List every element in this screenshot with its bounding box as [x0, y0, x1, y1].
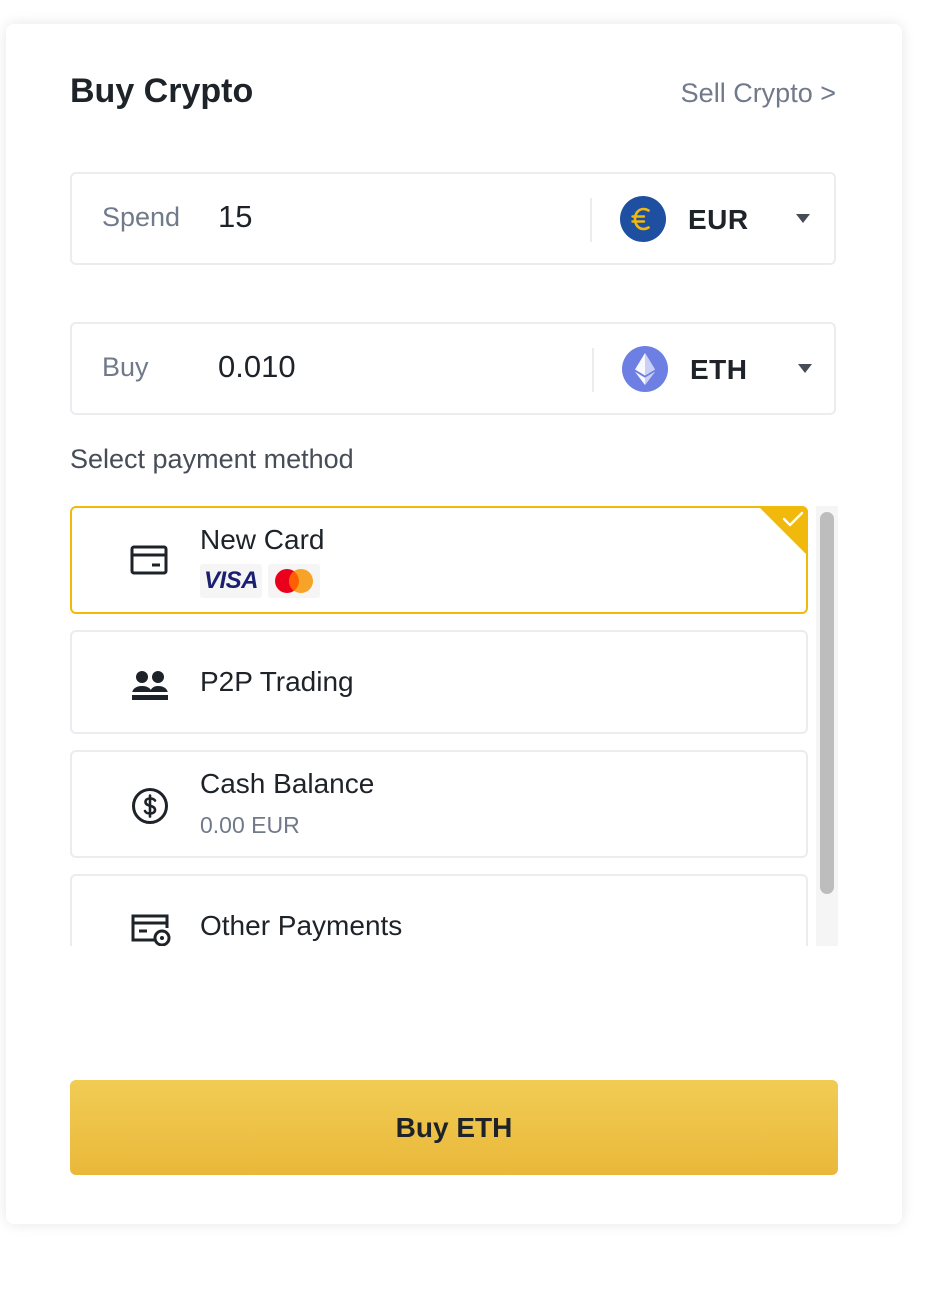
payment-option-other-payments[interactable]: Other Payments: [70, 874, 808, 946]
payment-option-name: Other Payments: [200, 910, 403, 941]
payment-card-settings-icon: [130, 910, 172, 946]
spend-divider: [590, 198, 592, 242]
payment-option-name: Cash Balance: [200, 768, 375, 799]
scrollbar-thumb[interactable]: [820, 512, 834, 894]
page-title: Buy Crypto: [70, 72, 254, 110]
payment-list-scrollbar[interactable]: [816, 506, 838, 946]
check-icon: [782, 511, 804, 527]
payment-option-name: New Card: [200, 524, 325, 555]
buy-label: Buy: [102, 352, 149, 382]
payment-option-name: P2P Trading: [200, 666, 354, 697]
payment-option-new-card[interactable]: New Card VISA: [70, 506, 808, 614]
spend-currency-code: EUR: [688, 204, 749, 235]
spend-currency-select[interactable]: EUR: [620, 196, 820, 244]
euro-coin-icon: [620, 196, 666, 242]
buy-amount-input[interactable]: [218, 349, 558, 385]
buy-crypto-panel: Buy Crypto Sell Crypto > Spend EUR Buy: [6, 24, 902, 1224]
buy-currency-code: ETH: [690, 354, 748, 385]
chevron-down-icon: [796, 214, 810, 223]
visa-logo: VISA: [200, 564, 262, 598]
sell-crypto-link[interactable]: Sell Crypto >: [681, 78, 836, 109]
spend-amount-input[interactable]: [218, 199, 558, 235]
payment-method-label: Select payment method: [70, 444, 354, 474]
buy-field: Buy ETH: [70, 322, 836, 415]
buy-divider: [592, 348, 594, 392]
selected-indicator: [758, 506, 808, 556]
spend-label: Spend: [102, 202, 181, 232]
users-icon: [130, 668, 170, 707]
mastercard-logo: [268, 564, 320, 598]
ethereum-coin-icon: [622, 346, 668, 392]
spend-field: Spend EUR: [70, 172, 836, 265]
buy-eth-button[interactable]: Buy ETH: [70, 1080, 838, 1175]
payment-option-p2p-trading[interactable]: P2P Trading: [70, 630, 808, 734]
buy-currency-select[interactable]: ETH: [622, 346, 822, 394]
dollar-circle-icon: [130, 786, 170, 831]
payment-option-cash-balance[interactable]: Cash Balance 0.00 EUR: [70, 750, 808, 858]
credit-card-icon: [130, 544, 168, 581]
cash-balance-amount: 0.00 EUR: [200, 812, 300, 838]
chevron-down-icon: [798, 364, 812, 373]
payment-method-list: New Card VISA P2P Trading Cash Balance 0…: [70, 506, 838, 946]
